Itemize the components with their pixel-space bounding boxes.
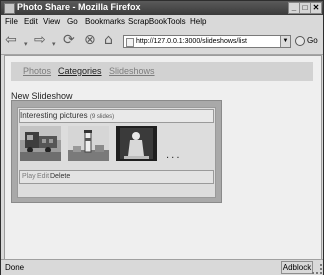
forward-dropdown-icon[interactable]: ▾ <box>52 34 56 54</box>
menu-bar: File Edit View Go Bookmarks ScrapBook To… <box>1 15 323 28</box>
firefox-icon <box>4 3 15 14</box>
browser-window: Photo Share - Mozilla Firefox _ □ ✕ File… <box>0 0 324 275</box>
menu-scrapbook[interactable]: ScrapBook <box>128 17 167 26</box>
more-slides-indicator: ... <box>166 150 182 161</box>
slide-count: (9 slides) <box>89 114 115 120</box>
nav-link-categories[interactable]: Categories <box>58 66 102 76</box>
thumbnail-train[interactable] <box>20 126 61 161</box>
menu-view[interactable]: View <box>43 17 60 26</box>
back-button[interactable]: ⇦ <box>5 30 17 50</box>
status-text: Done <box>5 263 25 272</box>
menu-go[interactable]: Go <box>67 17 78 26</box>
chevron-down-icon[interactable]: ▼ <box>280 36 290 47</box>
resize-grip-icon[interactable] <box>312 264 322 274</box>
site-nav: Photos Categories Slideshows <box>11 62 313 81</box>
edit-link[interactable]: Edit <box>37 171 49 183</box>
stop-button[interactable]: ⊗ <box>84 30 96 50</box>
thumbnail-lighthouse[interactable] <box>68 126 109 161</box>
menu-file[interactable]: File <box>5 17 18 26</box>
menu-bookmarks[interactable]: Bookmarks <box>85 17 125 26</box>
title-bar: Photo Share - Mozilla Firefox _ □ ✕ <box>1 1 323 15</box>
nav-link-slideshows[interactable]: Slideshows <box>109 66 155 76</box>
menu-tools[interactable]: Tools <box>167 17 186 26</box>
slideshow-card: Interesting pictures (9 slides) ... Play… <box>17 107 216 198</box>
thumbnail-statue[interactable] <box>116 126 157 161</box>
slideshow-title-bar: Interesting pictures (9 slides) <box>19 109 214 123</box>
menu-edit[interactable]: Edit <box>24 17 38 26</box>
forward-button[interactable]: ⇨ <box>34 30 46 50</box>
go-icon[interactable] <box>295 36 305 46</box>
close-button[interactable]: ✕ <box>310 2 322 14</box>
slideshow-actions: Play Edit Delete <box>19 170 214 184</box>
address-text: http://127.0.0.1:3000/slideshows/list <box>136 38 247 45</box>
page-icon <box>126 38 134 47</box>
back-dropdown-icon[interactable]: ▾ <box>24 34 28 54</box>
slideshow-panel: Interesting pictures (9 slides) ... Play… <box>11 100 222 203</box>
address-bar[interactable]: http://127.0.0.1:3000/slideshows/list ▼ <box>123 35 291 48</box>
status-bar: Done Adblock <box>1 259 323 275</box>
navigation-toolbar: ⇦ ▾ ⇨ ▾ ⟳ ⊗ ⌂ http://127.0.0.1:3000/slid… <box>1 28 323 55</box>
page-content: Photos Categories Slideshows New Slidesh… <box>4 55 322 260</box>
delete-link[interactable]: Delete <box>50 171 70 183</box>
nav-link-photos[interactable]: Photos <box>23 66 51 76</box>
menu-help[interactable]: Help <box>190 17 206 26</box>
window-title: Photo Share - Mozilla Firefox <box>17 2 141 12</box>
play-link[interactable]: Play <box>22 171 36 183</box>
reload-button[interactable]: ⟳ <box>63 30 75 50</box>
adblock-button[interactable]: Adblock <box>281 261 313 274</box>
home-button[interactable]: ⌂ <box>104 30 113 50</box>
slideshow-title: Interesting pictures <box>20 111 88 120</box>
go-button[interactable]: Go <box>307 36 318 45</box>
